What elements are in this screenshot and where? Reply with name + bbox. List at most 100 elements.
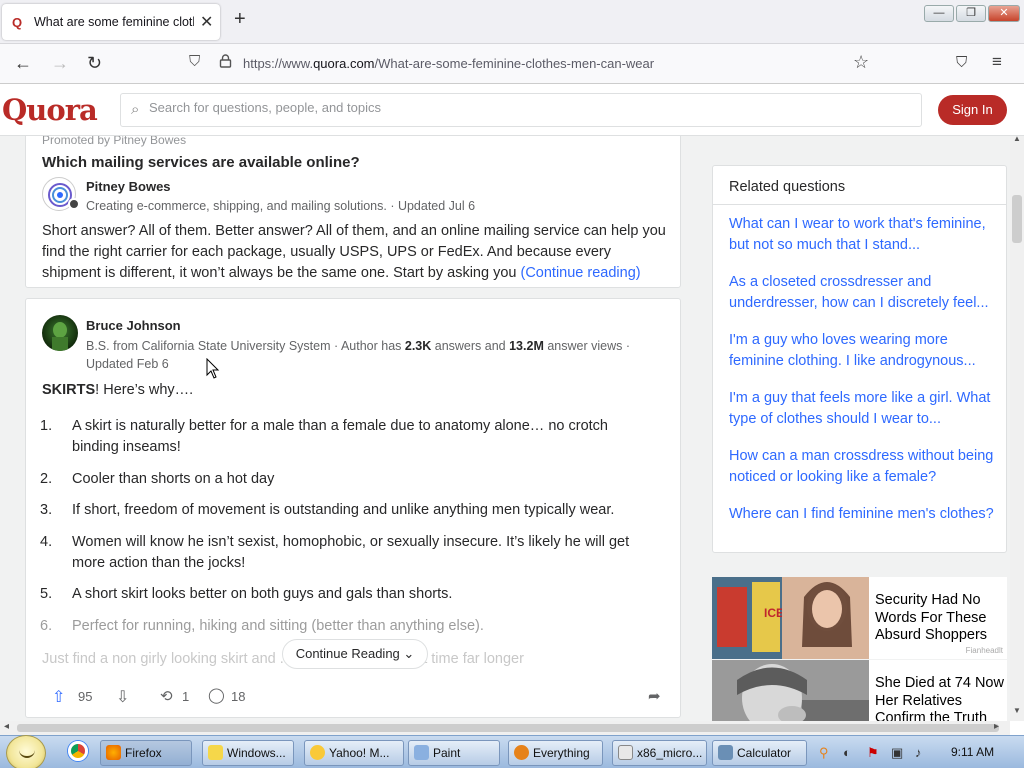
- upvote-count: 95: [78, 689, 93, 704]
- folder-icon: [208, 745, 223, 760]
- scroll-down-arrow-icon[interactable]: ▼: [1013, 706, 1021, 715]
- forward-share-icon[interactable]: ➦: [648, 687, 661, 705]
- list-item: 3. If short, freedom of movement is outst…: [40, 502, 615, 518]
- promoted-question[interactable]: Which mailing services are available onl…: [42, 154, 360, 171]
- taskbar-firefox[interactable]: Firefox: [100, 740, 192, 766]
- continue-reading-button[interactable]: Continue Reading ⌄: [282, 639, 428, 669]
- scroll-right-arrow-icon[interactable]: ▸: [994, 721, 999, 732]
- firefox-icon: [106, 745, 121, 760]
- ad-title[interactable]: She Died at 74 Now Her Relatives Confirm…: [875, 675, 1007, 721]
- ad-image[interactable]: [712, 660, 869, 721]
- related-question[interactable]: As a closeted crossdresser and underdres…: [729, 272, 997, 314]
- ad-image[interactable]: ICE: [712, 577, 869, 659]
- clock[interactable]: 9:11 AM: [951, 745, 994, 759]
- magnifier-icon: [514, 745, 529, 760]
- related-question[interactable]: I'm a guy who loves wearing more feminin…: [729, 330, 997, 372]
- tab-bar: Q What are some feminine clothes ✕ + —❐✕: [0, 0, 1024, 44]
- menu-icon[interactable]: ≡: [992, 52, 1002, 72]
- list-item: 6. Perfect for running, hiking and sittin…: [40, 617, 484, 634]
- answer-intro: SKIRTS! Here’s why….: [42, 382, 194, 398]
- shield-icon[interactable]: ⛉: [189, 53, 200, 70]
- minimize-button[interactable]: —: [924, 5, 954, 22]
- lock-icon[interactable]: [219, 54, 232, 68]
- browser-window: Q What are some feminine clothes ✕ + —❐✕…: [0, 0, 1024, 768]
- new-tab-button[interactable]: +: [234, 8, 246, 31]
- quora-logo[interactable]: Quora: [2, 93, 98, 127]
- share-icon[interactable]: ⟲: [160, 687, 173, 705]
- answer-card: Bruce Johnson B.S. from California State…: [25, 298, 681, 718]
- search-input[interactable]: [149, 100, 849, 115]
- downvote-icon[interactable]: ⇩: [116, 687, 129, 707]
- paint-icon: [414, 745, 429, 760]
- scroll-left-arrow-icon[interactable]: ◂: [4, 721, 9, 732]
- pocket-icon[interactable]: ⛉: [956, 54, 967, 71]
- related-question[interactable]: Where can I find feminine men's clothes?: [729, 504, 997, 525]
- taskbar-paint[interactable]: Paint: [408, 740, 500, 766]
- monitor-icon[interactable]: ▣: [891, 745, 903, 761]
- bookmark-star-icon[interactable]: ☆: [853, 52, 869, 73]
- forward-icon[interactable]: →: [51, 53, 69, 74]
- taskbar-windows[interactable]: Windows...: [202, 740, 294, 766]
- answer-author-credential: B.S. from California State University Sy…: [86, 339, 630, 371]
- scroll-up-arrow-icon[interactable]: ▲: [1013, 134, 1021, 143]
- ad-source: Fianheadlt: [965, 646, 1003, 655]
- taskbar-x86[interactable]: x86_micro...: [612, 740, 707, 766]
- bruce-johnson-avatar[interactable]: [42, 315, 78, 351]
- h-scroll-thumb[interactable]: [17, 724, 999, 732]
- ad-title[interactable]: Security Had No Words For These Absurd S…: [875, 592, 1007, 645]
- related-header: Related questions: [729, 179, 846, 195]
- close-tab-icon[interactable]: ✕: [200, 12, 213, 32]
- share-count: 1: [182, 689, 190, 704]
- business-badge-icon: [68, 198, 80, 210]
- list-item: 4. Women will know he isn’t sexist, homop…: [40, 533, 630, 571]
- reload-icon[interactable]: ↻: [87, 53, 102, 74]
- answer-list: 1. A skirt is naturally better for a male…: [40, 416, 646, 647]
- taskbar-yahoo[interactable]: Yahoo! M...: [304, 740, 404, 766]
- related-question[interactable]: I'm a guy that feels more like a girl. W…: [729, 388, 997, 430]
- tray-icon[interactable]: ◐: [843, 745, 851, 760]
- horizontal-scrollbar[interactable]: ◂ ▸: [0, 721, 1010, 735]
- sign-in-button[interactable]: Sign In: [938, 95, 1007, 125]
- scroll-thumb[interactable]: [1012, 195, 1022, 243]
- vertical-scrollbar[interactable]: ▲ ▼: [1010, 134, 1024, 721]
- ad-card[interactable]: She Died at 74 Now Her Relatives Confirm…: [712, 660, 1007, 721]
- url-bar[interactable]: ⛉ https://www.quora.com/What-are-some-fe…: [183, 49, 883, 79]
- search-box[interactable]: ⌕: [120, 93, 922, 127]
- search-icon: ⌕: [131, 101, 140, 118]
- promo-author-name[interactable]: Pitney Bowes: [86, 179, 171, 194]
- volume-icon[interactable]: ♪: [915, 745, 922, 760]
- tab-quora[interactable]: Q What are some feminine clothes ✕: [2, 4, 220, 40]
- url-text[interactable]: https://www.quora.com/What-are-some-femi…: [243, 56, 654, 71]
- related-question[interactable]: What can I wear to work that's feminine,…: [729, 214, 997, 256]
- promo-author-credential: Creating e-commerce, shipping, and maili…: [86, 199, 476, 213]
- window-controls: — ❐ ✕: [922, 3, 1020, 22]
- answer-author-name[interactable]: Bruce Johnson: [86, 318, 181, 333]
- taskbar-calculator[interactable]: Calculator: [712, 740, 807, 766]
- close-window-button[interactable]: ✕: [988, 5, 1020, 22]
- promo-answer-body: Short answer? All of them. Better answer…: [42, 223, 666, 281]
- continue-reading-link[interactable]: (Continue reading): [520, 265, 640, 281]
- taskbar-everything[interactable]: Everything: [508, 740, 603, 766]
- back-icon[interactable]: ←: [14, 53, 32, 74]
- upvote-icon[interactable]: ⇧: [52, 687, 65, 707]
- feed-area: Promoted by Pitney Bowes Which mailing s…: [0, 136, 1010, 721]
- promoted-answer-card: Promoted by Pitney Bowes Which mailing s…: [25, 136, 681, 288]
- everything-tray-icon[interactable]: ⚲: [819, 745, 829, 761]
- related-question[interactable]: How can a man crossdress without being n…: [729, 446, 997, 488]
- divider: [713, 204, 1006, 205]
- smiley-icon: [310, 745, 325, 760]
- network-error-icon[interactable]: ⚑: [867, 745, 879, 761]
- mouse-cursor-icon: [206, 358, 220, 379]
- taskbar: Firefox Windows... Yahoo! M... Paint Eve…: [0, 735, 1024, 768]
- chrome-icon[interactable]: [68, 741, 88, 761]
- answer-actions: ⇧ 95 ⇩ ⟲ 1 ◯ 18 ➦: [42, 687, 670, 709]
- quora-header: Quora ⌕ Sign In: [0, 84, 1024, 136]
- list-item: 2. Cooler than shorts on a hot day: [40, 470, 275, 487]
- start-button[interactable]: [6, 735, 46, 768]
- list-item: 1. A skirt is naturally better for a male…: [40, 418, 608, 455]
- comment-icon[interactable]: ◯: [208, 686, 225, 704]
- related-questions-panel: Related questions What can I wear to wor…: [712, 165, 1007, 553]
- notepad-icon: [618, 745, 633, 760]
- maximize-button[interactable]: ❐: [956, 5, 986, 22]
- ad-card[interactable]: ICE Security Had No Words For These Absu…: [712, 577, 1007, 659]
